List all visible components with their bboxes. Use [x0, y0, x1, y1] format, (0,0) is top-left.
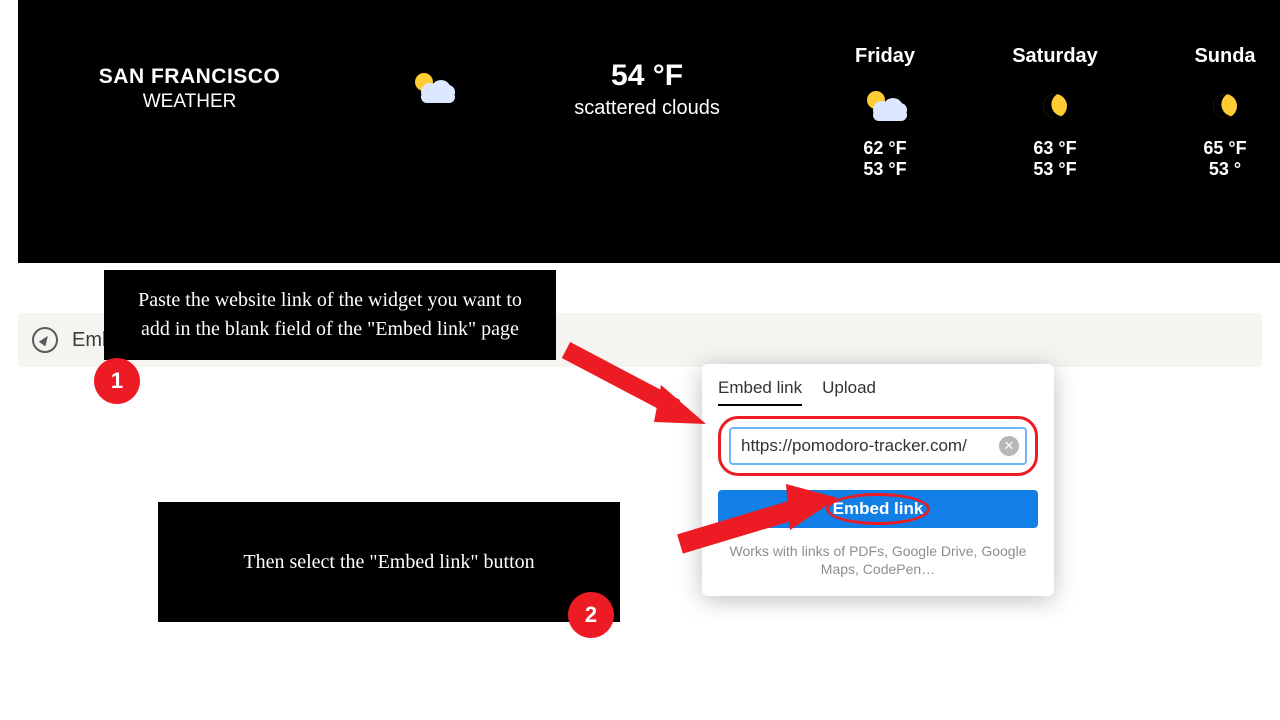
popup-help-text: Works with links of PDFs, Google Drive, … — [718, 542, 1038, 578]
current-temp: 54 °F — [504, 59, 790, 93]
sun-cloud-icon — [830, 88, 940, 124]
tab-upload[interactable]: Upload — [822, 378, 876, 406]
tab-embed-link[interactable]: Embed link — [718, 378, 802, 406]
url-field-highlight: ✕ — [718, 416, 1038, 476]
current-weather-icon — [361, 45, 504, 103]
forecast-day: Sunda 65 °F 53 ° — [1170, 45, 1280, 180]
moon-icon — [1000, 88, 1110, 124]
instruction-step-1: Paste the website link of the widget you… — [104, 270, 556, 360]
compass-icon — [32, 327, 58, 353]
embed-link-button-label: Embed link — [833, 499, 924, 518]
weather-widget: SAN FRANCISCO WEATHER 54 °F scattered cl… — [18, 0, 1280, 263]
weather-label: WEATHER — [18, 91, 361, 113]
forecast-row: Friday 62 °F 53 °F Saturday 63 °F 53 °F … — [830, 45, 1280, 180]
current-conditions: scattered clouds — [504, 97, 790, 120]
forecast-lo: 53 °F — [830, 159, 940, 180]
url-input[interactable] — [729, 427, 1027, 465]
forecast-hi: 62 °F — [830, 138, 940, 159]
instruction-step-2: Then select the "Embed link" button — [158, 502, 620, 622]
popup-tabs: Embed link Upload — [718, 378, 1038, 406]
city-name: SAN FRANCISCO — [18, 65, 361, 89]
city-block: SAN FRANCISCO WEATHER — [18, 45, 361, 113]
forecast-lo: 53 °F — [1000, 159, 1110, 180]
embed-popup: Embed link Upload ✕ Embed link Works wit… — [702, 364, 1054, 596]
forecast-day-name: Sunda — [1170, 45, 1280, 68]
forecast-day-name: Saturday — [1000, 45, 1110, 68]
sun-cloud-icon — [413, 73, 453, 103]
step-badge-1: 1 — [94, 358, 140, 404]
forecast-hi: 65 °F — [1170, 138, 1280, 159]
embed-link-button[interactable]: Embed link — [718, 490, 1038, 528]
current-temp-block: 54 °F scattered clouds — [504, 45, 790, 120]
forecast-day-name: Friday — [830, 45, 940, 68]
forecast-day: Saturday 63 °F 53 °F — [1000, 45, 1110, 180]
forecast-day: Friday 62 °F 53 °F — [830, 45, 940, 180]
clear-input-icon[interactable]: ✕ — [999, 436, 1019, 456]
forecast-hi: 63 °F — [1000, 138, 1110, 159]
forecast-lo: 53 ° — [1170, 159, 1280, 180]
moon-icon — [1170, 88, 1280, 124]
step-badge-2: 2 — [568, 592, 614, 638]
